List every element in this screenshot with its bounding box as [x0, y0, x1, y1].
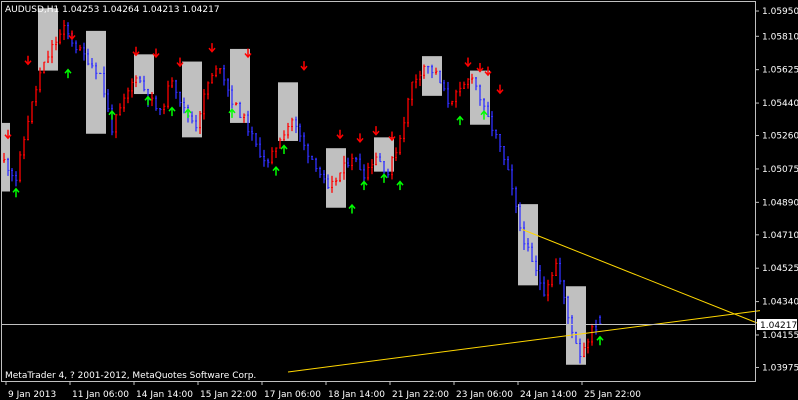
price-tick-label: 1.04710: [762, 231, 798, 241]
price-tick-label: 1.05260: [762, 132, 798, 142]
price-tick-label: 1.05950: [762, 7, 798, 17]
price-tick-label: 1.03975: [762, 363, 798, 373]
time-tick-label: 24 Jan 14:00: [520, 390, 577, 400]
current-price-tag: 1.04217: [757, 319, 797, 331]
price-tick-label: 1.04525: [762, 264, 798, 274]
price-tick-label: 1.04155: [762, 331, 798, 341]
price-tick-label: 1.04890: [762, 198, 798, 208]
chart: 1.05950 1.05810 1.05625 1.05440 1.05260 1.050…: [0, 0, 798, 400]
time-tick-label: 11 Jan 06:00: [72, 390, 129, 400]
current-price-label: 1.04217: [760, 321, 797, 331]
copyright-footer: MetaTrader 4, ? 2001-2012, MetaQuotes So…: [5, 371, 256, 381]
session-box-13: [566, 286, 586, 365]
time-tick-label: 21 Jan 22:00: [392, 390, 449, 400]
candle-25: [99, 72, 102, 75]
price-tick-label: 1.04340: [762, 298, 798, 308]
price-tick-label: 1.05440: [762, 99, 798, 109]
price-tick-label: 1.05810: [762, 32, 798, 42]
price-tick-label: 1.05075: [762, 165, 798, 175]
time-tick-label: 18 Jan 14:00: [328, 390, 385, 400]
time-tick-label: 17 Jan 06:00: [264, 390, 321, 400]
session-box-3: [86, 30, 106, 134]
session-box-5: [182, 61, 202, 138]
time-tick-label: 14 Jan 14:00: [136, 390, 193, 400]
price-tick-label: 1.05625: [762, 66, 798, 76]
time-tick-label: 25 Jan 22:00: [584, 390, 641, 400]
time-tick-label: 15 Jan 22:00: [200, 390, 257, 400]
chart-header: AUDUSD,H1 1.04253 1.04264 1.04213 1.0421…: [5, 5, 220, 15]
time-tick-label: 23 Jan 06:00: [456, 390, 513, 400]
session-box-1: [2, 122, 10, 192]
time-tick-label: 9 Jan 2013: [8, 390, 56, 400]
chart-background: [0, 0, 798, 400]
